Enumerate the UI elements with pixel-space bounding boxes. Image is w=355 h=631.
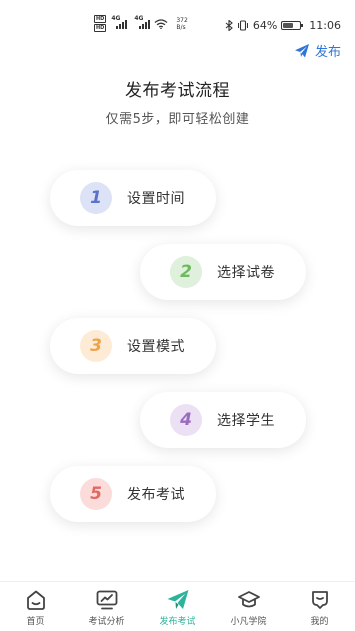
step-number-badge: 3: [80, 330, 112, 362]
step-number-badge: 5: [80, 478, 112, 510]
wifi-icon: [154, 18, 168, 29]
nav-profile[interactable]: 我的: [284, 582, 355, 631]
page-subtitle: 仅需5步，即可轻松创建: [105, 112, 250, 127]
home-icon: [26, 590, 45, 610]
bluetooth-icon: [225, 20, 233, 31]
nav-publish-exam[interactable]: 发布考试: [142, 582, 213, 631]
status-right: 64% 11:06: [225, 19, 341, 32]
step-select-paper[interactable]: 2 选择试卷: [140, 244, 306, 300]
battery-icon: [281, 21, 304, 30]
status-left: HD HD 4G 4G 372 B/s: [94, 15, 188, 32]
nav-home[interactable]: 首页: [0, 582, 71, 631]
nav-academy[interactable]: 小凡学院: [213, 582, 284, 631]
signal-icon: 4G: [134, 15, 151, 29]
bottom-nav: 首页 考试分析 发布考试 小凡学院 我的: [0, 581, 355, 631]
nav-label: 发布考试: [159, 617, 196, 627]
paper-plane-icon: [167, 590, 188, 609]
signal-icon: 4G: [111, 15, 128, 29]
app-screen: HD HD 4G 4G 372 B/s 64% 11:06 发布 发布考试流程 …: [0, 0, 355, 631]
publish-button[interactable]: 发布: [294, 41, 341, 60]
step-publish-exam[interactable]: 5 发布考试: [50, 466, 216, 522]
network-speed-unit: B/s: [176, 23, 186, 31]
status-bar: HD HD 4G 4G 372 B/s 64% 11:06: [0, 0, 355, 34]
nav-analysis[interactable]: 考试分析: [71, 582, 142, 631]
step-label: 设置模式: [127, 339, 185, 355]
battery-fill: [283, 23, 294, 28]
step-label: 选择试卷: [217, 265, 275, 281]
nav-label: 小凡学院: [230, 617, 267, 627]
nav-label: 首页: [26, 617, 45, 627]
hd-icon: HD HD: [94, 15, 107, 32]
send-icon: [294, 43, 309, 57]
battery-percent: 64%: [252, 19, 278, 32]
step-set-time[interactable]: 1 设置时间: [50, 170, 216, 226]
nav-label: 我的: [310, 617, 329, 627]
step-number-badge: 4: [170, 404, 202, 436]
step-label: 发布考试: [127, 487, 185, 503]
network-speed-value: 372: [176, 16, 188, 24]
vibrate-icon: [237, 20, 248, 31]
profile-icon: [311, 591, 328, 609]
network-speed: 372 B/s: [176, 17, 187, 31]
step-number-badge: 1: [80, 182, 112, 214]
analysis-icon: [96, 590, 117, 610]
step-select-students[interactable]: 4 选择学生: [140, 392, 306, 448]
nav-label: 考试分析: [88, 617, 125, 627]
step-label: 设置时间: [127, 191, 185, 207]
step-set-mode[interactable]: 3 设置模式: [50, 318, 216, 374]
graduation-cap-icon: [237, 591, 260, 608]
page-title: 发布考试流程: [125, 81, 230, 101]
publish-button-label: 发布: [314, 45, 341, 60]
step-number-badge: 2: [170, 256, 202, 288]
step-label: 选择学生: [217, 413, 275, 429]
clock: 11:06: [309, 19, 341, 32]
